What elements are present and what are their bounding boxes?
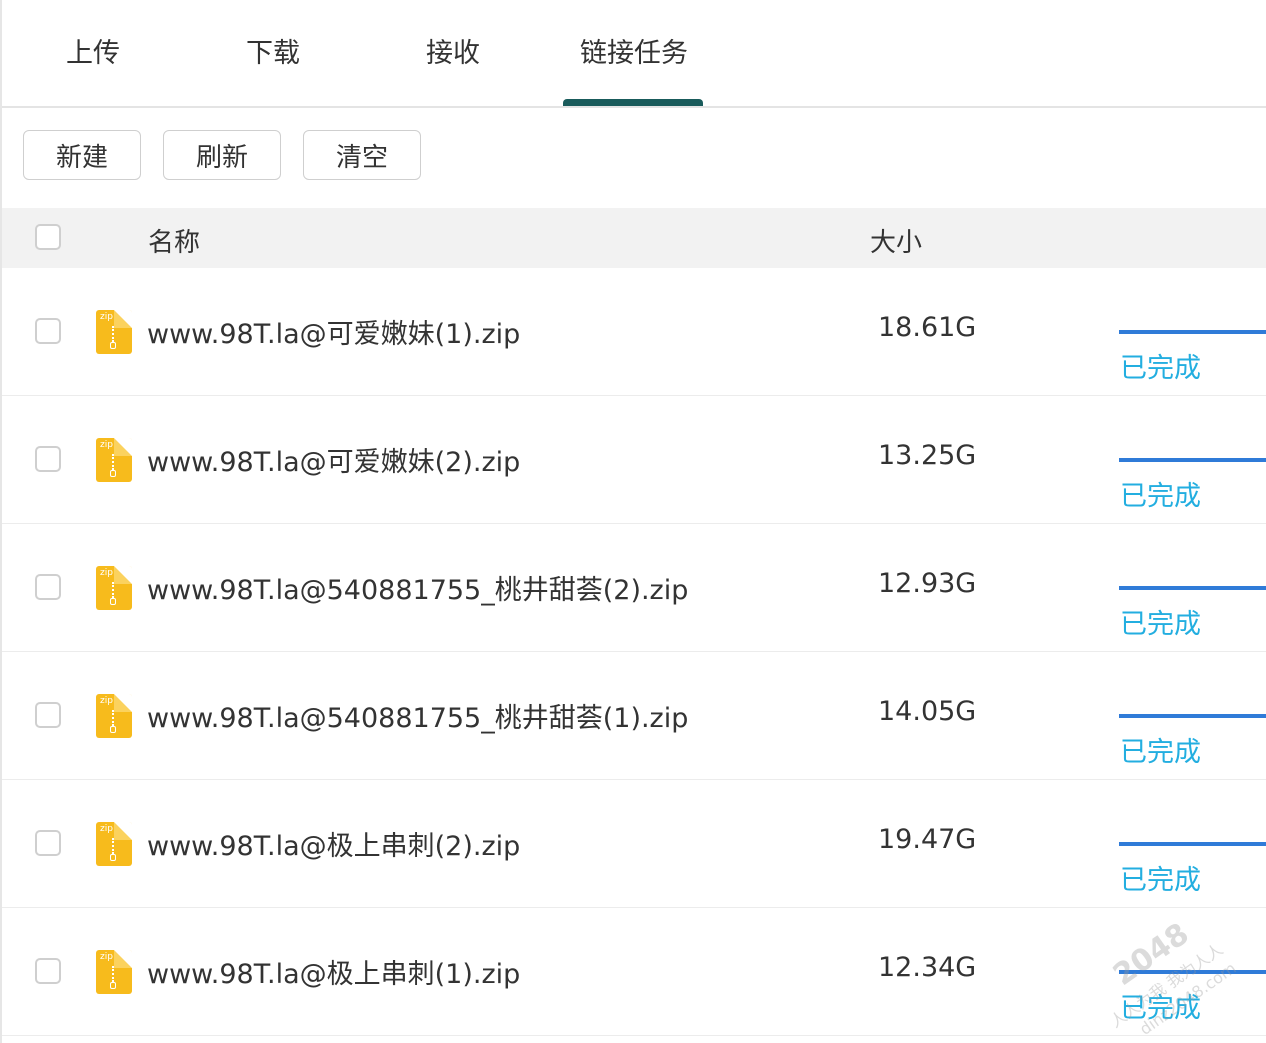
column-header-size[interactable]: 大小: [870, 222, 922, 259]
tab-link-tasks[interactable]: 链接任务: [580, 36, 688, 72]
clear-button[interactable]: 清空: [303, 130, 421, 180]
active-tab-indicator: [563, 99, 703, 106]
progress-bar: [1119, 586, 1266, 590]
file-name: www.98T.la@540881755_桃井甜荟(2).zip: [147, 575, 689, 606]
zip-file-icon: zip: [96, 566, 132, 610]
zip-file-icon: zip: [96, 310, 132, 354]
status-label: 已完成: [1120, 481, 1201, 512]
status-label: 已完成: [1120, 737, 1201, 768]
toolbar: 新建 刷新 清空: [2, 108, 1266, 208]
task-list: zip www.98T.la@可爱嫩妹(1).zip 18.61G 已完成 zi…: [2, 268, 1266, 1036]
transfer-panel: 上传 下载 接收 链接任务 新建 刷新 清空 名称 大小 zip www.98T…: [0, 0, 1266, 1043]
file-size: 14.05G: [878, 696, 977, 727]
progress-bar: [1119, 714, 1266, 718]
row-checkbox[interactable]: [35, 446, 61, 472]
tab-bar: 上传 下载 接收 链接任务: [2, 0, 1266, 108]
zip-file-icon: zip: [96, 694, 132, 738]
status-label: 已完成: [1120, 865, 1201, 896]
progress-bar: [1119, 458, 1266, 462]
table-row[interactable]: zip www.98T.la@540881755_桃井甜荟(1).zip 14.…: [2, 652, 1266, 780]
row-checkbox[interactable]: [35, 702, 61, 728]
status-label: 已完成: [1120, 609, 1201, 640]
file-name: www.98T.la@可爱嫩妹(2).zip: [147, 447, 521, 478]
row-checkbox[interactable]: [35, 830, 61, 856]
progress-bar: [1119, 842, 1266, 846]
file-size: 18.61G: [878, 312, 977, 343]
file-name: www.98T.la@可爱嫩妹(1).zip: [147, 319, 521, 350]
status-label: 已完成: [1120, 993, 1201, 1024]
table-row[interactable]: zip www.98T.la@540881755_桃井甜荟(2).zip 12.…: [2, 524, 1266, 652]
file-size: 19.47G: [878, 824, 977, 855]
new-button[interactable]: 新建: [23, 130, 141, 180]
file-name: www.98T.la@极上串刺(2).zip: [147, 831, 521, 862]
tab-receive[interactable]: 接收: [426, 36, 480, 72]
file-size: 12.93G: [878, 568, 977, 599]
file-size: 13.25G: [878, 440, 977, 471]
status-label: 已完成: [1120, 353, 1201, 384]
table-header: 名称 大小: [2, 208, 1266, 268]
zip-file-icon: zip: [96, 950, 132, 994]
tab-upload[interactable]: 上传: [66, 36, 120, 72]
zip-file-icon: zip: [96, 438, 132, 482]
progress-bar: [1119, 970, 1266, 974]
select-all-checkbox[interactable]: [35, 224, 61, 250]
column-header-name[interactable]: 名称: [148, 222, 200, 259]
progress-bar: [1119, 330, 1266, 334]
row-checkbox[interactable]: [35, 958, 61, 984]
refresh-button[interactable]: 刷新: [163, 130, 281, 180]
file-name: www.98T.la@极上串刺(1).zip: [147, 959, 521, 990]
zip-file-icon: zip: [96, 822, 132, 866]
tab-download[interactable]: 下载: [246, 36, 300, 72]
file-name: www.98T.la@540881755_桃井甜荟(1).zip: [147, 703, 689, 734]
table-row[interactable]: zip www.98T.la@极上串刺(2).zip 19.47G 已完成: [2, 780, 1266, 908]
file-size: 12.34G: [878, 952, 977, 983]
table-row[interactable]: zip www.98T.la@可爱嫩妹(2).zip 13.25G 已完成: [2, 396, 1266, 524]
table-row[interactable]: zip www.98T.la@可爱嫩妹(1).zip 18.61G 已完成: [2, 268, 1266, 396]
row-checkbox[interactable]: [35, 574, 61, 600]
row-checkbox[interactable]: [35, 318, 61, 344]
table-row[interactable]: zip www.98T.la@极上串刺(1).zip 12.34G 已完成: [2, 908, 1266, 1036]
